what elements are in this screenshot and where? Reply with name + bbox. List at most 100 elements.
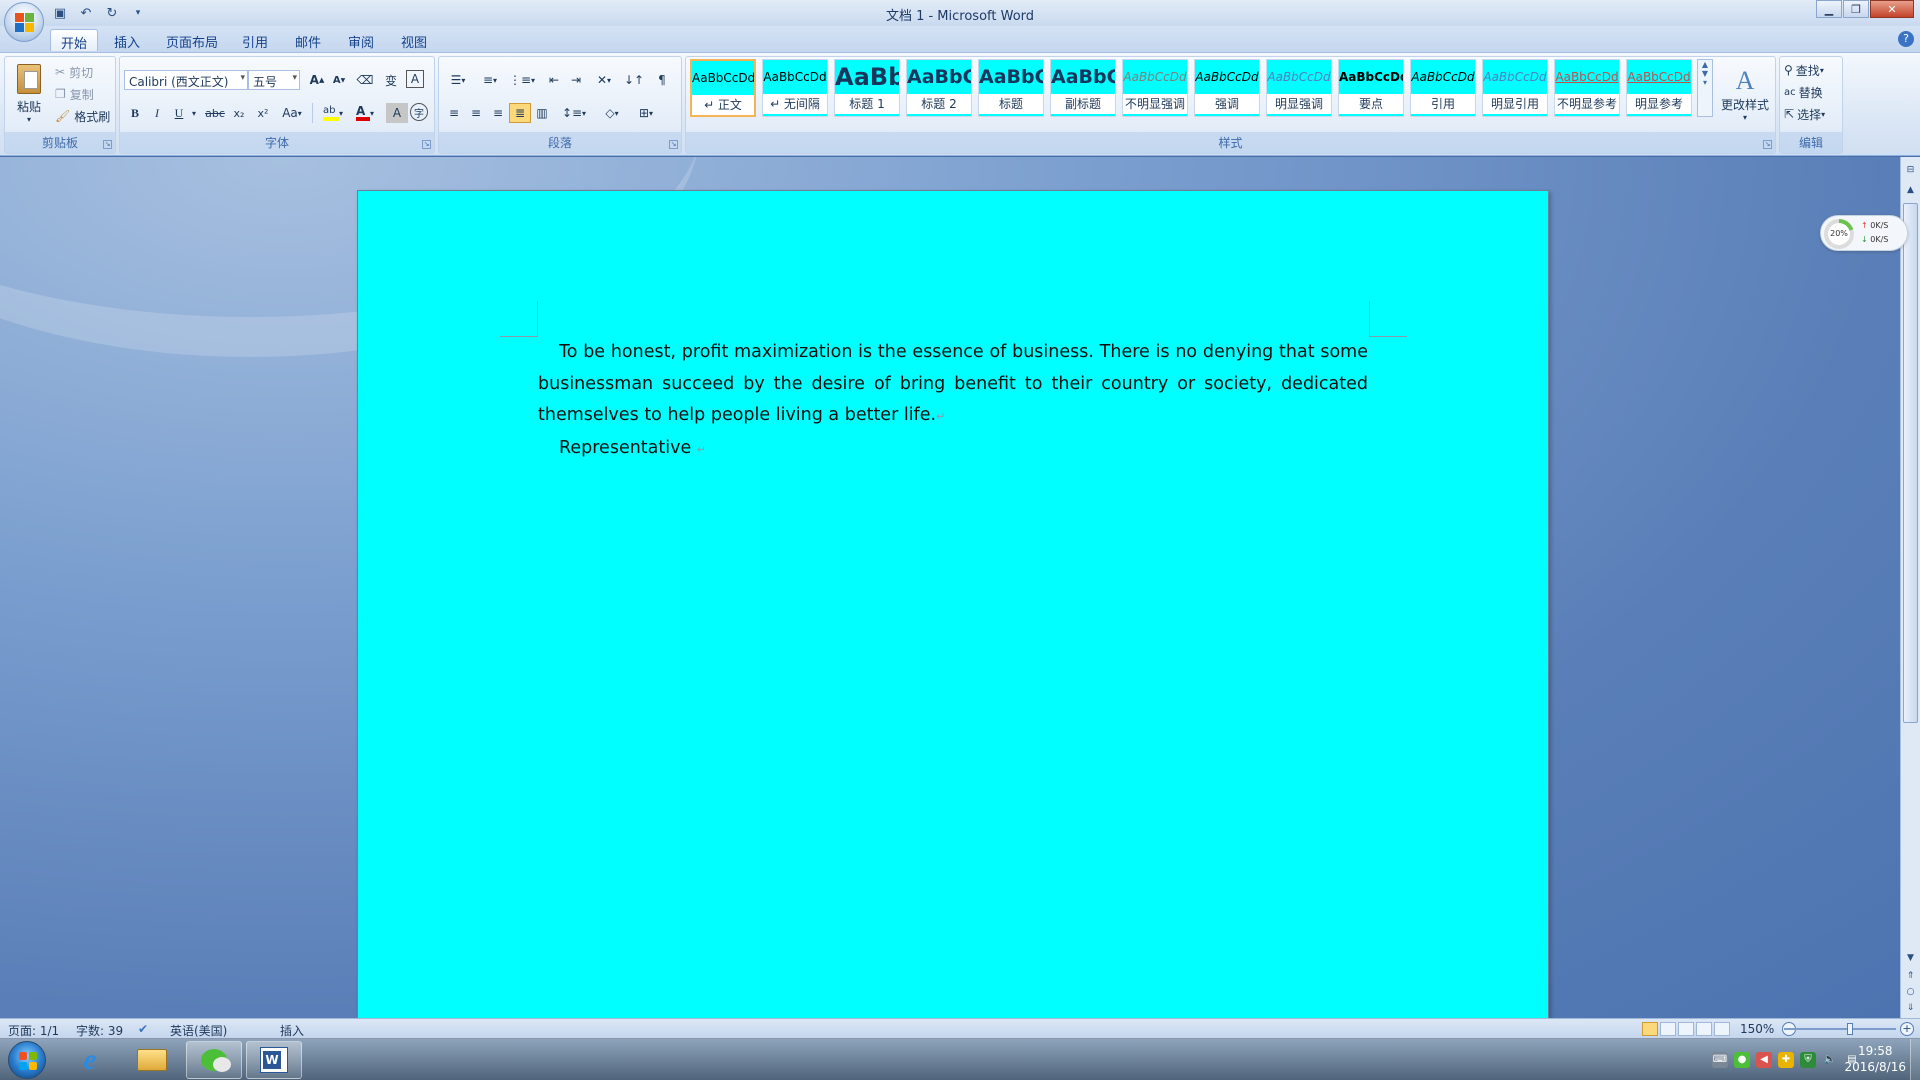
style-strong[interactable]: AaBbCcDd 要点 — [1338, 59, 1404, 117]
clear-format-icon[interactable]: ⌫ — [354, 70, 376, 90]
clipboard-dialog-launcher[interactable]: ↘ — [103, 140, 112, 149]
style-no-spacing[interactable]: AaBbCcDd ↵ 无间隔 — [762, 59, 828, 117]
word-icon[interactable]: W — [246, 1041, 302, 1079]
office-button[interactable] — [4, 2, 44, 42]
underline-button[interactable]: U — [168, 103, 190, 123]
scroll-down-arrow[interactable]: ▼ — [1903, 951, 1918, 965]
next-page-icon[interactable]: ⇓ — [1903, 1001, 1918, 1015]
change-styles-button[interactable]: A 更改样式 ▾ — [1718, 59, 1772, 129]
style-heading-1[interactable]: AaBb 标题 1 — [834, 59, 900, 117]
line-spacing-icon[interactable]: ↕≡ ▾ — [559, 103, 589, 123]
style-intense-reference[interactable]: AaBbCcDd 明显参考 — [1626, 59, 1692, 117]
tab-view[interactable]: 视图 — [391, 29, 437, 51]
keyboard-icon[interactable]: ⌨ — [1712, 1052, 1728, 1068]
language-indicator[interactable]: 英语(美国) — [170, 1022, 227, 1039]
zoom-slider[interactable] — [1784, 1028, 1896, 1030]
multilevel-list-icon[interactable]: ⋮≡ ▾ — [507, 70, 537, 90]
cut-button[interactable]: ✂ 剪切 — [55, 63, 93, 81]
draft-view-icon[interactable] — [1714, 1022, 1730, 1036]
shading-icon[interactable]: ◇ ▾ — [597, 103, 627, 123]
help-icon[interactable]: ? — [1898, 31, 1914, 47]
tab-references[interactable]: 引用 — [232, 29, 278, 51]
align-left-icon[interactable]: ≡ — [443, 103, 465, 123]
italic-button[interactable]: I — [146, 103, 168, 123]
word-count[interactable]: 字数: 39 — [76, 1022, 123, 1039]
page-indicator[interactable]: 页面: 1/1 — [8, 1022, 59, 1039]
show-desktop-button[interactable] — [1910, 1039, 1920, 1080]
tab-mailings[interactable]: 邮件 — [285, 29, 331, 51]
scroll-up-arrow[interactable]: ▲ — [1903, 183, 1918, 197]
highlight-button[interactable]: ab ▾ — [318, 103, 348, 123]
zoom-in-button[interactable]: + — [1900, 1022, 1914, 1036]
document-body[interactable]: To be honest, profit maximization is the… — [538, 337, 1368, 465]
subscript-button[interactable]: x₂ — [228, 103, 250, 123]
document-paragraph[interactable]: To be honest, profit maximization is the… — [538, 337, 1368, 433]
strikethrough-button[interactable]: abc — [204, 103, 226, 123]
bullets-icon[interactable]: ☰ ▾ — [443, 70, 473, 90]
taskbar-clock[interactable]: 19:58 2016/8/16 — [1844, 1043, 1906, 1075]
vertical-scrollbar[interactable]: ⊟ ▲ ▼ ⇑ ○ ⇓ — [1900, 157, 1920, 1018]
document-paragraph[interactable]: Representative ↵ — [538, 433, 1368, 466]
ruler-toggle-icon[interactable]: ⊟ — [1903, 163, 1918, 177]
font-name-combo[interactable]: Calibri (西文正文) ▾ — [124, 70, 248, 90]
enclose-char-button[interactable]: 字 — [410, 103, 428, 121]
insert-mode[interactable]: 插入 — [280, 1022, 304, 1039]
shield-icon[interactable]: ⛨ — [1800, 1052, 1816, 1068]
tab-page-layout[interactable]: 页面布局 — [156, 29, 228, 51]
show-marks-icon[interactable]: ¶ — [651, 70, 673, 90]
tab-review[interactable]: 审阅 — [338, 29, 384, 51]
prev-page-icon[interactable]: ⇑ — [1903, 969, 1918, 983]
zoom-level[interactable]: 150% — [1740, 1022, 1774, 1036]
style-title[interactable]: AaBbC 标题 — [978, 59, 1044, 117]
decrease-indent-icon[interactable]: ⇤ — [543, 70, 565, 90]
phonetic-guide-button[interactable]: 变 — [380, 70, 402, 90]
scroll-thumb[interactable] — [1903, 203, 1918, 723]
change-case-button[interactable]: Aa ▾ — [278, 103, 306, 123]
wechat-tray-icon[interactable]: ● — [1734, 1052, 1750, 1068]
full-screen-reading-icon[interactable] — [1660, 1022, 1676, 1036]
align-center-icon[interactable]: ≡ — [465, 103, 487, 123]
style-heading-2[interactable]: AaBbC 标题 2 — [906, 59, 972, 117]
volume-icon[interactable]: 🔈 — [1822, 1052, 1838, 1068]
style-subtitle[interactable]: AaBbC 副标题 — [1050, 59, 1116, 117]
document-page[interactable]: To be honest, profit maximization is the… — [357, 190, 1549, 1018]
font-size-combo[interactable]: 五号 ▾ — [248, 70, 300, 90]
speaker-muted-icon[interactable]: ◀ — [1756, 1052, 1772, 1068]
paragraph-dialog-launcher[interactable]: ↘ — [669, 140, 678, 149]
format-painter-button[interactable]: 🖌 格式刷 — [55, 107, 110, 125]
chinese-layout-icon[interactable]: ✕ ▾ — [589, 70, 619, 90]
superscript-button[interactable]: x² — [252, 103, 274, 123]
styles-dialog-launcher[interactable]: ↘ — [1763, 140, 1772, 149]
styles-gallery-scroll[interactable]: ▲ ▼ ▾ — [1697, 59, 1713, 117]
style-intense-emphasis[interactable]: AaBbCcDd 明显强调 — [1266, 59, 1332, 117]
sort-icon[interactable]: ↓↑ — [623, 70, 645, 90]
grow-font-button[interactable]: A ▲ — [306, 70, 328, 90]
style-subtle-reference[interactable]: AaBbCcDd 不明显参考 — [1554, 59, 1620, 117]
shrink-font-button[interactable]: A ▼ — [328, 70, 350, 90]
wechat-icon[interactable] — [186, 1041, 242, 1079]
outline-view-icon[interactable] — [1696, 1022, 1712, 1036]
find-button[interactable]: ⚲ 查找 ▾ — [1784, 61, 1824, 79]
copy-button[interactable]: ❐ 复制 — [55, 85, 94, 103]
proofing-icon[interactable]: ✔ — [138, 1022, 148, 1036]
numbering-icon[interactable]: ≡ ▾ — [475, 70, 505, 90]
security-app-icon[interactable]: ✚ — [1778, 1052, 1794, 1068]
file-explorer-icon[interactable] — [124, 1041, 180, 1079]
web-layout-icon[interactable] — [1678, 1022, 1694, 1036]
distributed-icon[interactable]: ▥ — [531, 103, 553, 123]
style-intense-quote[interactable]: AaBbCcDd 明显引用 — [1482, 59, 1548, 117]
close-button[interactable]: ✕ — [1870, 0, 1914, 18]
justify-icon[interactable]: ≣ — [509, 103, 531, 123]
align-right-icon[interactable]: ≡ — [487, 103, 509, 123]
borders-icon[interactable]: ⊞ ▾ — [631, 103, 661, 123]
minimize-button[interactable]: ▁ — [1816, 0, 1842, 18]
style-subtle-emphasis[interactable]: AaBbCcDd 不明显强调 — [1122, 59, 1188, 117]
restore-button[interactable]: ❐ — [1843, 0, 1869, 18]
increase-indent-icon[interactable]: ⇥ — [565, 70, 587, 90]
tab-insert[interactable]: 插入 — [104, 29, 150, 51]
internet-explorer-icon[interactable]: e — [62, 1041, 118, 1079]
char-border-button[interactable]: A — [406, 70, 424, 88]
style-quote[interactable]: AaBbCcDd 引用 — [1410, 59, 1476, 117]
replace-button[interactable]: ac 替换 — [1784, 83, 1823, 101]
zoom-slider-thumb[interactable] — [1847, 1023, 1853, 1035]
